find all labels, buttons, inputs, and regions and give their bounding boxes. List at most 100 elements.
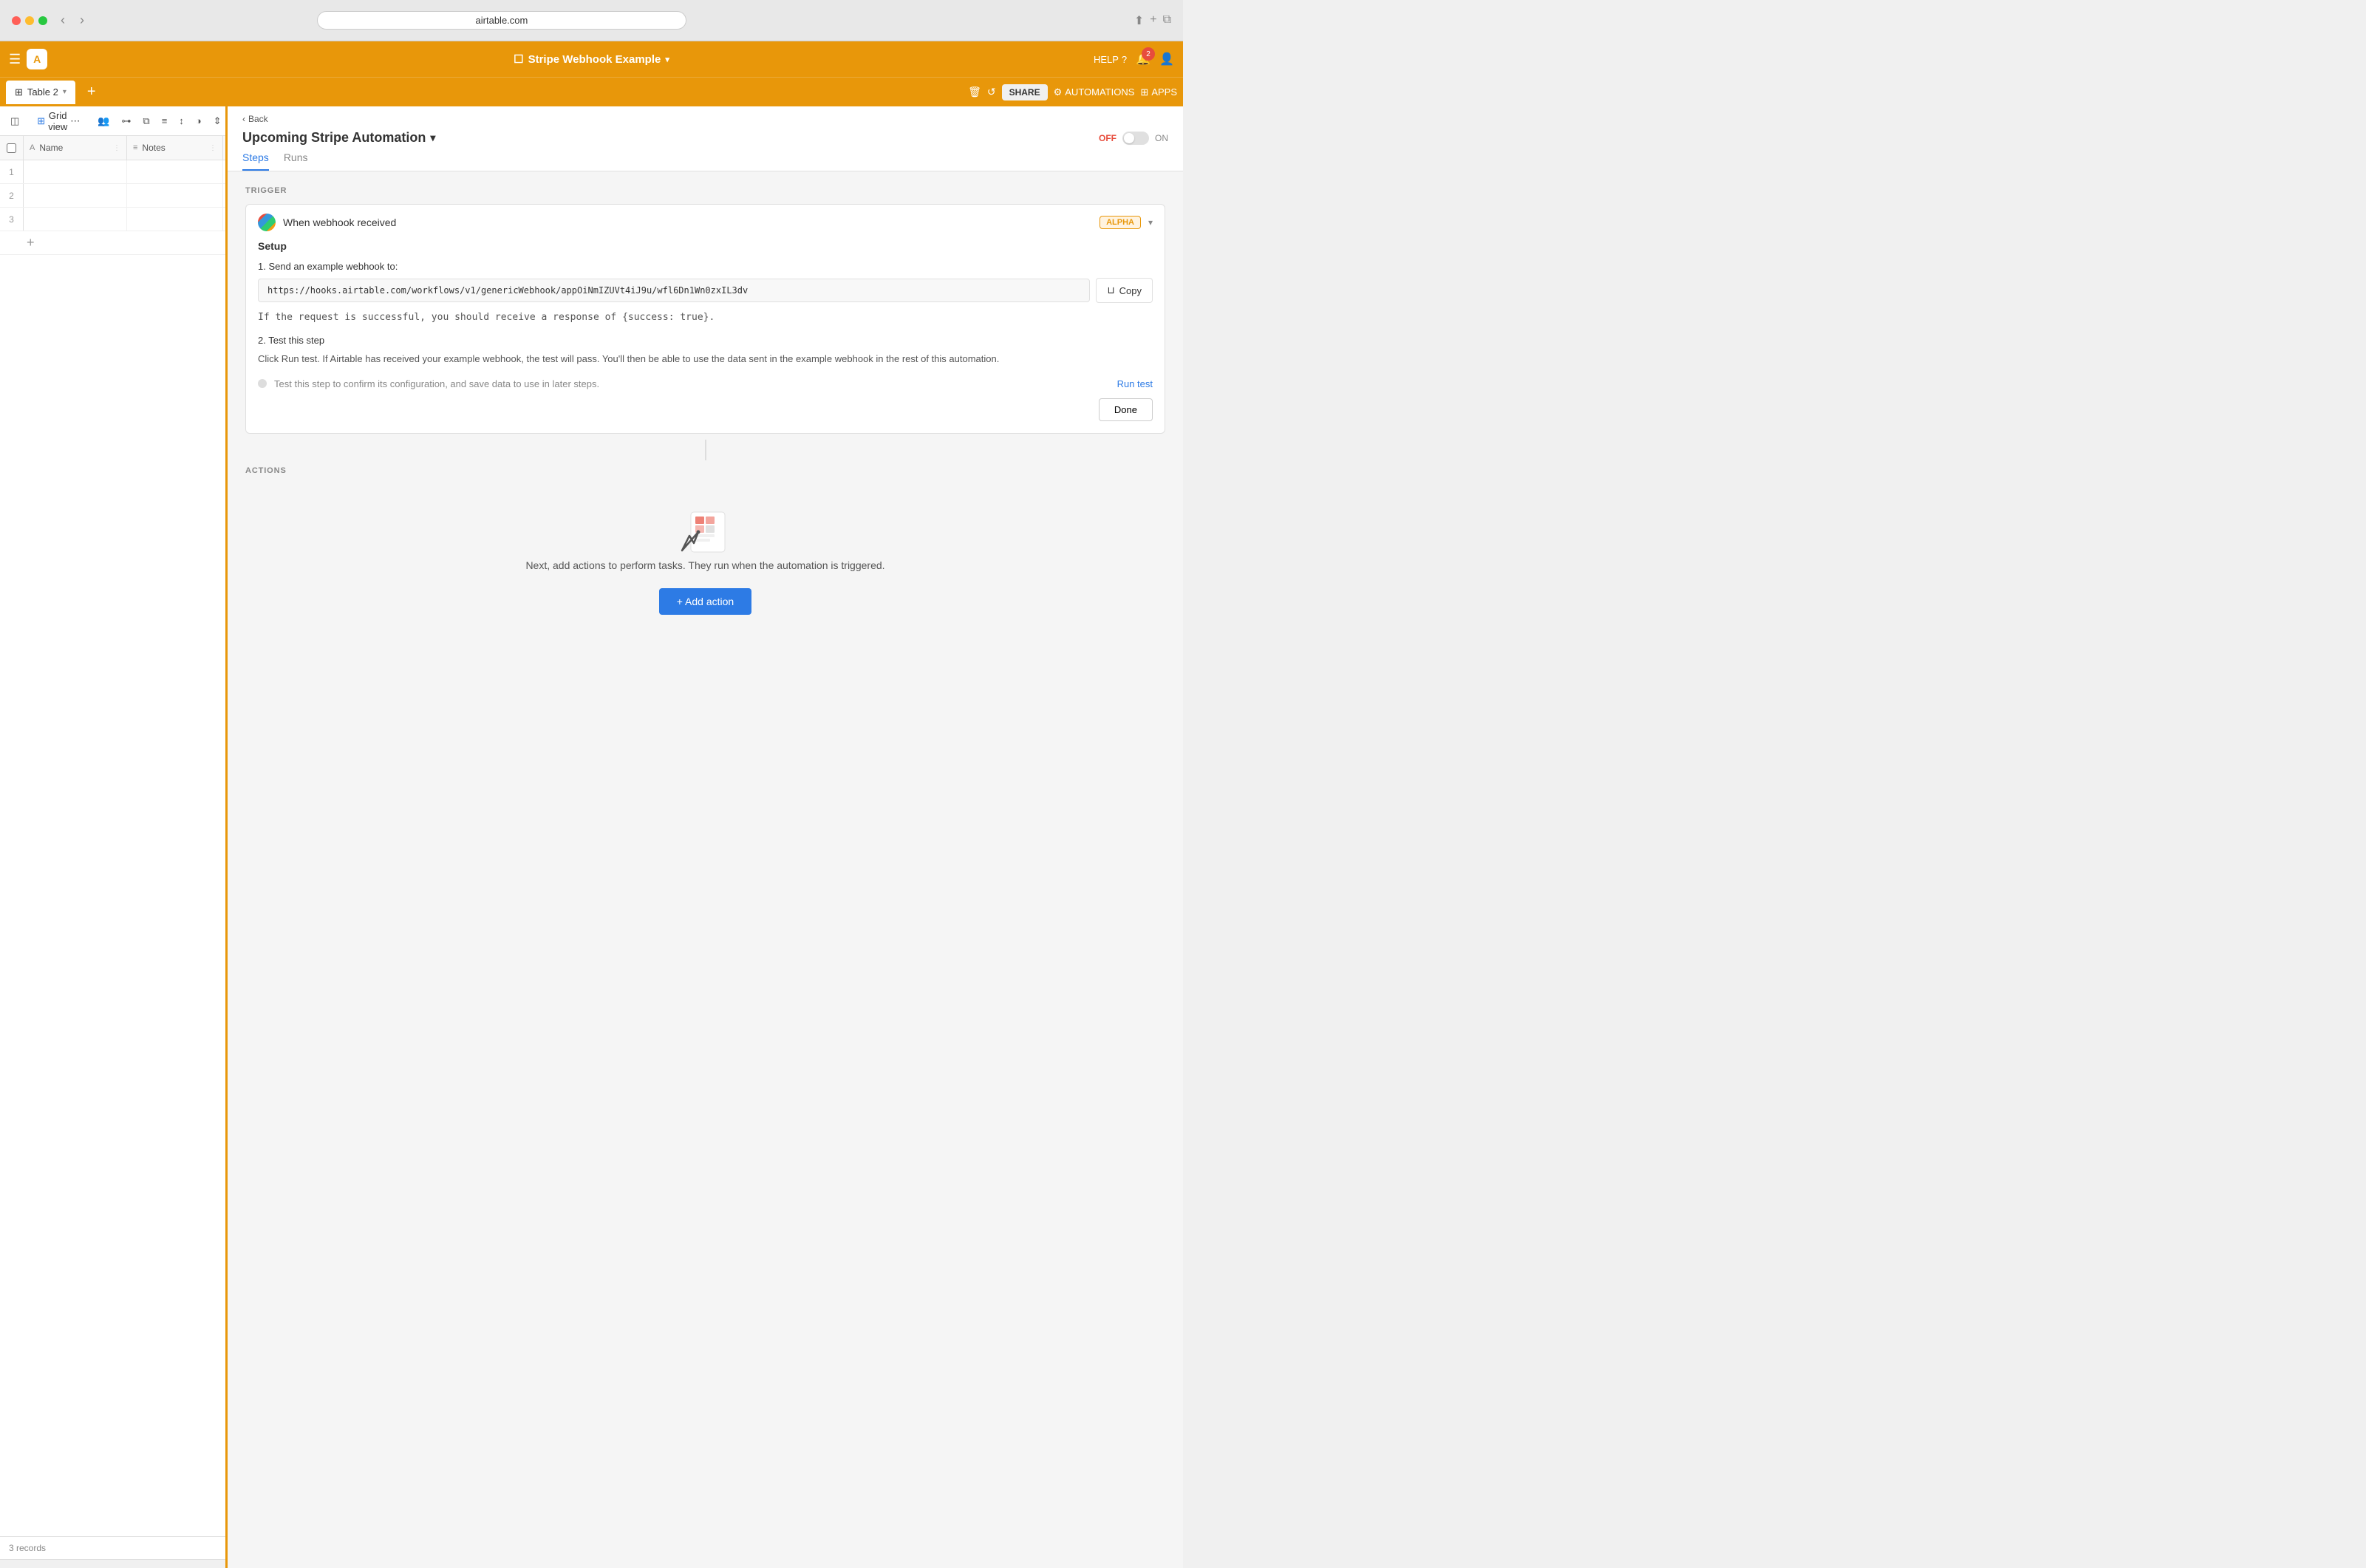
forward-nav-button[interactable]: › [75, 10, 89, 31]
alpha-badge: ALPHA [1100, 216, 1141, 229]
cell-name-1[interactable] [24, 160, 127, 184]
back-nav-button[interactable]: ‹ [56, 10, 69, 31]
table-row: 3 [0, 208, 225, 231]
trigger-card: When webhook received ALPHA ▾ Setup 1. S… [245, 204, 1165, 434]
user-avatar[interactable]: 👤 [1159, 52, 1174, 67]
new-tab-icon[interactable]: + [1150, 13, 1156, 28]
share-button[interactable]: SHARE [1002, 84, 1048, 100]
test-description: Click Run test. If Airtable has received… [258, 352, 1153, 367]
trigger-name: When webhook received [283, 217, 1092, 228]
cell-notes-3[interactable] [127, 208, 223, 231]
filter-button[interactable]: ⧉ [138, 112, 154, 130]
color-icon: ◑ [196, 115, 202, 126]
add-table-button[interactable]: + [81, 83, 102, 100]
tabs-icon[interactable]: ⧉ [1163, 13, 1171, 28]
table-row: 2 [0, 184, 225, 208]
select-all-checkbox[interactable] [0, 136, 24, 160]
app: ☰ A ☐ Stripe Webhook Example ▾ HELP ? 🔔 … [0, 41, 1183, 1568]
help-button[interactable]: HELP ? [1094, 54, 1127, 65]
collaborators-button[interactable]: 👥 [93, 112, 114, 130]
actions-illustration-graphic [676, 506, 735, 558]
sort-button[interactable]: ↕ [174, 112, 188, 129]
hamburger-button[interactable]: ☰ [9, 52, 21, 67]
cell-notes-2[interactable] [127, 184, 223, 208]
webhook-url-row: https://hooks.airtable.com/workflows/v1/… [258, 278, 1153, 303]
copy-icon: ⊔ [1107, 284, 1114, 296]
column-header-name[interactable]: A Name ⋮ [24, 136, 127, 160]
color-button[interactable]: ◑ [191, 112, 206, 129]
tab-runs[interactable]: Runs [284, 151, 308, 171]
fields-button[interactable]: ⊶ [117, 112, 135, 130]
actions-section-label: ACTIONS [245, 466, 1165, 475]
top-bar-left: ☰ A [9, 49, 47, 69]
copy-button[interactable]: ⊔ Copy [1096, 278, 1153, 303]
add-row-button[interactable]: + [0, 231, 225, 255]
automation-body: TRIGGER When webhook received ALPHA ▾ Se… [228, 171, 1183, 1568]
cell-attach-3[interactable] [223, 208, 225, 231]
row-number: 3 [0, 208, 24, 231]
cell-attach-1[interactable] [223, 160, 225, 184]
back-button[interactable]: ‹ Back [242, 106, 1168, 127]
trigger-section-label: TRIGGER [245, 186, 1165, 195]
notifications-button[interactable]: 🔔 2 [1136, 52, 1150, 67]
run-test-button[interactable]: Run test [1117, 378, 1153, 389]
trigger-body: Setup 1. Send an example webhook to: htt… [246, 240, 1165, 433]
automation-header: ‹ Back Upcoming Stripe Automation ▾ OFF … [228, 106, 1183, 171]
setup-title: Setup [258, 240, 1153, 252]
add-action-button[interactable]: + Add action [659, 588, 751, 615]
grid-view-button[interactable]: ⊞ Grid view ⋯ [33, 107, 84, 135]
toggle-area: OFF ON [1099, 132, 1168, 145]
share-browser-icon[interactable]: ⬆ [1134, 13, 1144, 28]
address-bar[interactable]: airtable.com [317, 11, 686, 30]
cell-attach-2[interactable] [223, 184, 225, 208]
sort-icon: ↕ [179, 115, 184, 126]
app-logo: A [27, 49, 47, 69]
column-header-attachments[interactable]: 📎 Attachments ⋮ [223, 136, 225, 160]
history-icon[interactable]: ↺ [987, 86, 996, 98]
tab-steps[interactable]: Steps [242, 151, 269, 171]
actions-section: ACTIONS [245, 466, 1165, 630]
trigger-header[interactable]: When webhook received ALPHA ▾ [246, 205, 1165, 240]
webhook-icon [258, 214, 276, 231]
table-tab-active[interactable]: ⊞ Table 2 ▾ [6, 81, 75, 104]
browser-chrome: ‹ › airtable.com ⬆ + ⧉ [0, 0, 1183, 41]
group-icon: ≡ [162, 115, 168, 126]
resize-handle-notes[interactable]: ⋮ [209, 144, 217, 152]
row-number: 1 [0, 160, 24, 183]
automation-toggle[interactable] [1122, 132, 1149, 145]
tab-bar: ⊞ Table 2 ▾ + 🗑 ↺ SHARE ⚙ AUTOMATIONS ⊞ … [0, 77, 1183, 106]
automation-title-row: Upcoming Stripe Automation ▾ OFF ON [242, 127, 1168, 146]
automations-button[interactable]: ⚙ AUTOMATIONS [1054, 86, 1135, 98]
spreadsheet-panel: ◫ ⊞ Grid view ⋯ 👥 ⊶ ⧉ [0, 106, 228, 1568]
actions-illustration: Next, add actions to perform tasks. They… [245, 484, 1165, 630]
cell-name-3[interactable] [24, 208, 127, 231]
automations-icon: ⚙ [1054, 86, 1063, 98]
browser-actions: ⬆ + ⧉ [1134, 13, 1171, 28]
cell-notes-1[interactable] [127, 160, 223, 184]
horizontal-scrollbar[interactable] [0, 1559, 225, 1568]
header-checkbox[interactable] [7, 143, 16, 153]
app-title: ☐ Stripe Webhook Example ▾ [514, 52, 669, 66]
cell-name-2[interactable] [24, 184, 127, 208]
hide-fields-button[interactable]: ◫ [6, 112, 24, 130]
apps-button[interactable]: ⊞ APPS [1140, 86, 1177, 98]
people-icon: 👥 [98, 115, 109, 127]
top-bar-right: HELP ? 🔔 2 👤 [1094, 52, 1174, 67]
view-options-icon: ⋯ [70, 115, 80, 127]
done-button[interactable]: Done [1099, 398, 1153, 421]
webhook-url-field[interactable]: https://hooks.airtable.com/workflows/v1/… [258, 279, 1090, 302]
title-dropdown-icon[interactable]: ▾ [430, 132, 435, 144]
row-number: 2 [0, 184, 24, 207]
automation-tabs: Steps Runs [242, 146, 1168, 171]
column-header-notes[interactable]: ≡ Notes ⋮ [127, 136, 223, 160]
fullscreen-window-button[interactable] [38, 16, 47, 25]
group-button[interactable]: ≡ [157, 112, 172, 129]
delete-icon[interactable]: 🗑 [968, 86, 981, 98]
trigger-expand-icon[interactable]: ▾ [1148, 217, 1153, 228]
filter-icon: ⧉ [143, 115, 149, 127]
minimize-window-button[interactable] [25, 16, 34, 25]
close-window-button[interactable] [12, 16, 21, 25]
resize-handle[interactable]: ⋮ [113, 144, 120, 152]
row-height-button[interactable]: ⇕ [209, 112, 226, 130]
main-content: ◫ ⊞ Grid view ⋯ 👥 ⊶ ⧉ [0, 106, 1183, 1568]
